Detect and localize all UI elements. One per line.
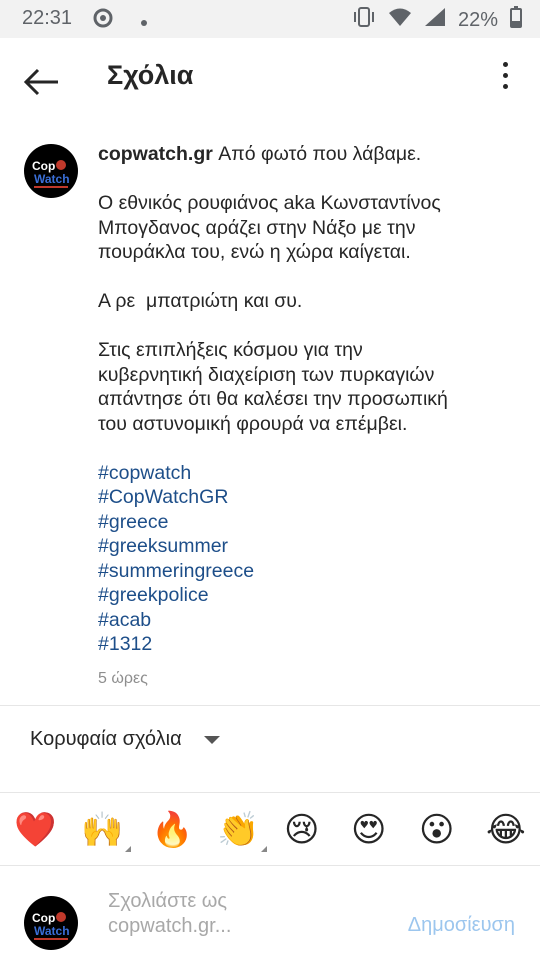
hashtag-link[interactable]: #1312: [98, 632, 518, 657]
post-timestamp: 5 ώρες: [98, 669, 148, 687]
avatar: Cop Watch: [24, 896, 78, 950]
post-paragraph-2: Α ρε μπατριώτη και συ.: [98, 290, 303, 312]
heart-eyes-emoji-button[interactable]: 😍: [351, 806, 386, 854]
skin-tone-indicator-icon: [261, 846, 268, 852]
svg-text:Watch: Watch: [34, 172, 70, 186]
page-title: Σχόλια: [107, 60, 194, 90]
skin-tone-indicator-icon: [125, 846, 132, 852]
hashtag-link[interactable]: #copwatch: [98, 461, 518, 486]
header: Σχόλια: [0, 38, 540, 122]
svg-text:Watch: Watch: [34, 924, 70, 938]
battery-icon: [510, 6, 522, 34]
hashtag-link[interactable]: #greece: [98, 510, 518, 535]
raised-hands-emoji-button[interactable]: 🙌: [81, 806, 132, 854]
caret-down-icon: [203, 735, 220, 744]
post-username[interactable]: copwatch.gr: [98, 143, 213, 165]
notification-icon: [92, 7, 114, 35]
copwatch-logo-icon: Cop Watch: [32, 159, 70, 188]
wifi-icon: [388, 7, 412, 33]
svg-text:Cop: Cop: [32, 159, 55, 173]
hashtag-list: #copwatch #CopWatchGR #greece #greeksumm…: [98, 461, 518, 657]
status-bar: 22:31 22%: [0, 0, 540, 38]
comment-input[interactable]: Σχολιάστε ως copwatch.gr...: [108, 889, 368, 939]
copwatch-logo-icon: Cop Watch: [32, 911, 70, 940]
vibrate-icon: [352, 6, 376, 34]
more-options-button[interactable]: [498, 62, 512, 96]
laughing-emoji-button[interactable]: 😂: [486, 806, 526, 854]
svg-text:Cop: Cop: [32, 911, 55, 925]
hashtag-link[interactable]: #summeringreece: [98, 559, 518, 584]
post-paragraph-1: Ο εθνικός ρουφιάνος aka Κωνσταντίνος Μπο…: [98, 192, 441, 263]
clapping-hands-emoji-button[interactable]: 👏: [217, 806, 268, 854]
hashtag-link[interactable]: #greekpolice: [98, 583, 518, 608]
divider: [0, 705, 540, 706]
status-time: 22:31: [22, 7, 73, 29]
post-first-line: Από φωτό που λάβαμε.: [212, 143, 422, 165]
hashtag-link[interactable]: #CopWatchGR: [98, 485, 518, 510]
avatar[interactable]: Cop Watch: [24, 144, 78, 198]
back-arrow-icon: [23, 68, 58, 96]
fire-emoji-button[interactable]: 🔥: [151, 806, 193, 854]
back-button[interactable]: [20, 60, 64, 104]
signal-icon: [424, 7, 446, 33]
post-comment-button[interactable]: Δημοσίευση: [408, 914, 515, 937]
surprised-emoji-button[interactable]: 😮: [419, 806, 454, 854]
comment-composer: Cop Watch Σχολιάστε ως copwatch.gr... Δη…: [0, 866, 540, 960]
heart-emoji-button[interactable]: ❤️: [14, 806, 56, 854]
post-paragraph-3: Στις επιπλήξεις κόσμου για την κυβερνητι…: [98, 339, 448, 435]
battery-percent: 22%: [457, 8, 498, 31]
emoji-reaction-bar: ❤️ 🙌 🔥 👏 😢 😍 😮 😂: [0, 806, 540, 854]
crying-emoji-button[interactable]: 😢: [284, 806, 319, 854]
sort-dropdown[interactable]: Κορυφαία σχόλια: [30, 728, 220, 751]
dot-icon: [140, 10, 148, 33]
hashtag-link[interactable]: #acab: [98, 608, 518, 633]
sort-label: Κορυφαία σχόλια: [30, 728, 182, 750]
divider: [0, 792, 540, 793]
hashtag-link[interactable]: #greeksummer: [98, 534, 518, 559]
